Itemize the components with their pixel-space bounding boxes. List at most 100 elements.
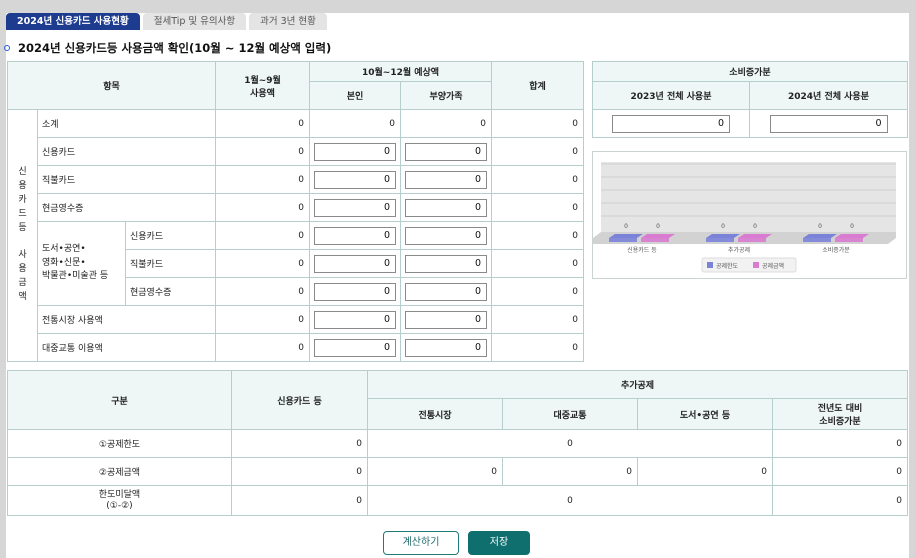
header-total: 합계 bbox=[491, 61, 585, 110]
culture-group-label: 도서•공연• 영화•신문• 박물관•미술관 등 bbox=[37, 221, 126, 306]
self-input-cell bbox=[309, 249, 402, 278]
header-market: 전통시장 bbox=[367, 398, 503, 430]
total-value: 0 bbox=[491, 165, 585, 194]
header-item: 항목 bbox=[6, 61, 217, 110]
bar-data-label: 0 bbox=[656, 223, 660, 230]
legend-label: 공제한도 bbox=[716, 262, 739, 270]
increase-value: 0 bbox=[772, 429, 908, 458]
bar-data-label: 0 bbox=[753, 223, 757, 230]
transit-value: 0 bbox=[502, 457, 638, 486]
legend-swatch bbox=[753, 262, 759, 268]
jan-sep-value: 0 bbox=[215, 333, 311, 362]
bar-face-0-1 bbox=[641, 238, 669, 242]
self-culture-credit-input[interactable] bbox=[314, 226, 397, 245]
self-cash-receipt-input[interactable] bbox=[314, 198, 397, 217]
dependents-debit-input[interactable] bbox=[405, 170, 488, 189]
dependents-cash-receipt-input[interactable] bbox=[405, 198, 488, 217]
category-label: 추가공제 bbox=[728, 246, 750, 254]
header-jan-sep: 1월~9월 사용액 bbox=[215, 61, 311, 110]
category-label: 소비증가분 bbox=[822, 246, 850, 254]
market-value: 0 bbox=[367, 457, 503, 486]
total-value: 0 bbox=[491, 193, 585, 222]
row-label: 한도미달액 (①-②) bbox=[7, 485, 232, 516]
bar-data-label: 0 bbox=[721, 223, 725, 230]
dependents-credit-input[interactable] bbox=[405, 142, 488, 161]
bar-face-1-1 bbox=[738, 238, 766, 242]
self-market-input[interactable] bbox=[314, 310, 397, 329]
dependents-input-cell bbox=[400, 221, 493, 250]
row-label: 대중교통 이용액 bbox=[36, 333, 217, 362]
self-input-cell bbox=[309, 221, 402, 250]
bar-face-2-0 bbox=[803, 238, 831, 242]
tab-tax-tips[interactable]: 절세Tip 및 유의사항 bbox=[142, 13, 247, 30]
credit-value: 0 bbox=[231, 485, 368, 516]
extra-value: 0 bbox=[367, 429, 773, 458]
usage-2023-input[interactable] bbox=[612, 114, 730, 133]
dependents-market-input[interactable] bbox=[405, 310, 488, 329]
deduction-chart: 0 0 0 0 0 0 신용카드 등 추가공제 소비증가분 공제한도 공제금액 bbox=[592, 151, 907, 279]
legend-swatch bbox=[707, 262, 713, 268]
culture-value: 0 bbox=[637, 457, 773, 486]
tab-past-3-years[interactable]: 과거 3년 현황 bbox=[249, 13, 327, 30]
header-dependents: 부양가족 bbox=[400, 81, 493, 110]
legend-label: 공제금액 bbox=[762, 262, 784, 270]
row-label: 전통시장 사용액 bbox=[36, 305, 217, 334]
row-label: 직불카드 bbox=[36, 165, 217, 194]
dependents-input-cell bbox=[400, 305, 493, 334]
save-button[interactable]: 저장 bbox=[468, 531, 530, 555]
header-oct-dec: 10월~12월 예상액 bbox=[309, 61, 493, 82]
row-label: 신용카드 bbox=[124, 221, 217, 250]
total-value: 0 bbox=[491, 305, 585, 334]
chart-svg: 0 0 0 0 0 0 신용카드 등 추가공제 소비증가분 공제한도 공제금액 bbox=[593, 162, 896, 273]
credit-value: 0 bbox=[231, 457, 368, 486]
header-credit: 신용카드 등 bbox=[231, 370, 368, 430]
bar-data-label: 0 bbox=[818, 223, 822, 230]
dependents-culture-debit-input[interactable] bbox=[405, 254, 488, 273]
jan-sep-value: 0 bbox=[215, 249, 311, 278]
dependents-input-cell bbox=[400, 249, 493, 278]
circle-bullet-icon bbox=[4, 45, 10, 51]
tab-bar: 2024년 신용카드 사용현황 절세Tip 및 유의사항 과거 3년 현황 bbox=[6, 13, 327, 30]
row-label: ②공제금액 bbox=[7, 457, 232, 486]
header-self: 본인 bbox=[309, 81, 402, 110]
calculate-button[interactable]: 계산하기 bbox=[383, 531, 459, 555]
dependents-input-cell bbox=[400, 333, 493, 362]
bar-face-0-0 bbox=[609, 238, 637, 242]
bar-data-label: 0 bbox=[850, 223, 854, 230]
self-culture-cash-input[interactable] bbox=[314, 282, 397, 301]
bar-face-1-0 bbox=[706, 238, 734, 242]
dependents-culture-credit-input[interactable] bbox=[405, 226, 488, 245]
header-increase: 전년도 대비 소비증가분 bbox=[772, 398, 908, 430]
row-label: 신용카드 bbox=[36, 137, 217, 166]
self-input-cell bbox=[309, 277, 402, 306]
self-culture-debit-input[interactable] bbox=[314, 254, 397, 273]
row-label: 현금영수증 bbox=[36, 193, 217, 222]
self-transit-input[interactable] bbox=[314, 338, 397, 357]
input-2024-cell bbox=[749, 109, 908, 138]
jan-sep-value: 0 bbox=[215, 193, 311, 222]
dependents-input-cell bbox=[400, 277, 493, 306]
self-input-cell bbox=[309, 165, 402, 194]
jan-sep-value: 0 bbox=[215, 137, 311, 166]
page-title: 2024년 신용카드등 사용금액 확인(10월 ~ 12월 예상액 입력) bbox=[4, 40, 331, 56]
input-2023-cell bbox=[592, 109, 750, 138]
extra-value: 0 bbox=[367, 485, 773, 516]
increase-table: 소비증가분 2023년 전체 사용분 2024년 전체 사용분 bbox=[592, 61, 908, 138]
self-credit-input[interactable] bbox=[314, 142, 397, 161]
total-value: 0 bbox=[491, 277, 585, 306]
jan-sep-value: 0 bbox=[215, 277, 311, 306]
dependents-input-cell bbox=[400, 137, 493, 166]
self-debit-input[interactable] bbox=[314, 170, 397, 189]
jan-sep-value: 0 bbox=[215, 221, 311, 250]
self-input-cell bbox=[309, 137, 402, 166]
jan-sep-value: 0 bbox=[215, 305, 311, 334]
dependents-culture-cash-input[interactable] bbox=[405, 282, 488, 301]
total-value: 0 bbox=[491, 137, 585, 166]
usage-2024-input[interactable] bbox=[769, 114, 888, 133]
header-2024: 2024년 전체 사용분 bbox=[749, 81, 908, 110]
credit-value: 0 bbox=[231, 429, 368, 458]
total-value: 0 bbox=[491, 109, 585, 138]
dependents-transit-input[interactable] bbox=[405, 338, 488, 357]
header-transit: 대중교통 bbox=[502, 398, 638, 430]
tab-usage-status[interactable]: 2024년 신용카드 사용현황 bbox=[6, 13, 140, 30]
